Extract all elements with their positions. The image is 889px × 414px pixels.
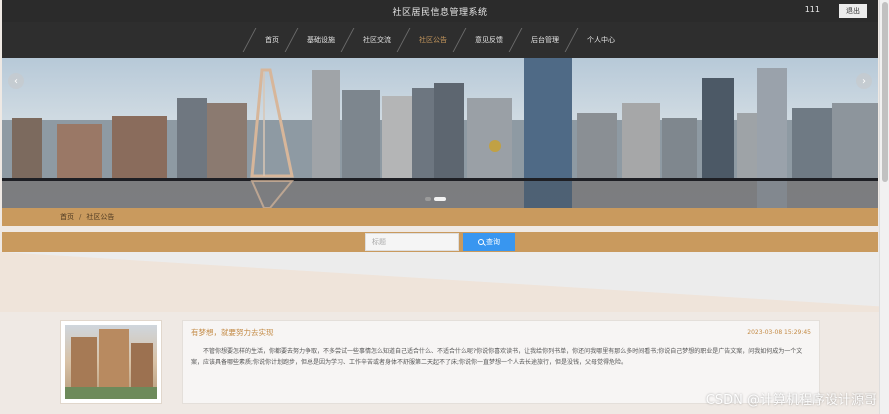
scrollbar-thumb[interactable] <box>882 2 888 182</box>
nav-item-profile[interactable]: 个人中心 <box>564 22 629 58</box>
nav-item-announcements[interactable]: 社区公告 <box>396 22 461 58</box>
main-nav: 首页 基础设施 社区交流 社区公告 意见反馈 后台管理 个人中心 <box>2 22 878 58</box>
breadcrumb-separator: / <box>79 213 82 221</box>
nav-item-label: 个人中心 <box>587 36 615 44</box>
breadcrumb-home[interactable]: 首页 <box>60 212 74 222</box>
search-bar: 查询 <box>2 232 878 252</box>
notice-date: 2023-03-08 15:29:45 <box>747 329 811 336</box>
nav-item-home[interactable]: 首页 <box>242 22 293 58</box>
search-icon <box>478 239 484 245</box>
notice-thumbnail[interactable] <box>60 320 162 404</box>
site-title: 社区居民信息管理系统 <box>392 7 488 18</box>
nav-list: 首页 基础设施 社区交流 社区公告 意见反馈 后台管理 个人中心 <box>242 22 629 58</box>
chevron-left-icon: ‹ <box>14 75 18 87</box>
nav-item-label: 社区公告 <box>419 36 447 44</box>
nav-item-facilities[interactable]: 基础设施 <box>284 22 349 58</box>
carousel-prev-button[interactable]: ‹ <box>8 73 24 89</box>
search-input[interactable] <box>365 233 459 251</box>
carousel-dot-active[interactable] <box>434 197 446 201</box>
nav-item-label: 后台管理 <box>531 36 559 44</box>
top-bar: 社区居民信息管理系统 111 退出 <box>2 0 878 22</box>
breadcrumb-current: 社区公告 <box>86 213 115 221</box>
nav-item-community-forum[interactable]: 社区交流 <box>340 22 405 58</box>
banner-carousel[interactable]: ‹ › <box>2 58 878 208</box>
notice-header: 有梦想，就要努力去实现 2023-03-08 15:29:45 <box>191 327 811 338</box>
building-illustration <box>65 329 157 399</box>
city-skyline-image <box>2 58 878 208</box>
page: 社区居民信息管理系统 111 退出 首页 基础设施 社区交流 社区公告 意见反馈… <box>0 0 889 414</box>
username: 111 <box>804 5 820 14</box>
decorative-wedge <box>0 252 889 312</box>
nav-item-label: 首页 <box>265 36 279 44</box>
watermark-text: CSDN @计算机程序设计源哥 <box>705 393 877 408</box>
notice-summary: 不管你想要怎样的生活，你都要去努力争取，不多尝试一些事情怎么知道自己适合什么、不… <box>191 348 803 366</box>
carousel-dots <box>425 197 446 201</box>
user-area: 111 退出 <box>804 4 867 18</box>
search-button[interactable]: 查询 <box>463 233 515 251</box>
chevron-right-icon: › <box>862 75 866 87</box>
nav-item-label: 社区交流 <box>363 36 391 44</box>
carousel-dot[interactable] <box>425 197 431 201</box>
notice-title[interactable]: 有梦想，就要努力去实现 <box>191 327 274 338</box>
nav-separator <box>242 28 257 52</box>
nav-item-label: 意见反馈 <box>475 36 503 44</box>
carousel-next-button[interactable]: › <box>856 73 872 89</box>
search-button-label: 查询 <box>486 239 500 246</box>
nav-item-label: 基础设施 <box>307 36 335 44</box>
page-scrollbar[interactable] <box>879 0 889 414</box>
nav-item-feedback[interactable]: 意见反馈 <box>452 22 517 58</box>
logout-button[interactable]: 退出 <box>839 4 867 18</box>
breadcrumb: 首页 / 社区公告 <box>2 208 878 226</box>
apartment-building-image <box>65 325 157 399</box>
nav-item-admin[interactable]: 后台管理 <box>508 22 573 58</box>
